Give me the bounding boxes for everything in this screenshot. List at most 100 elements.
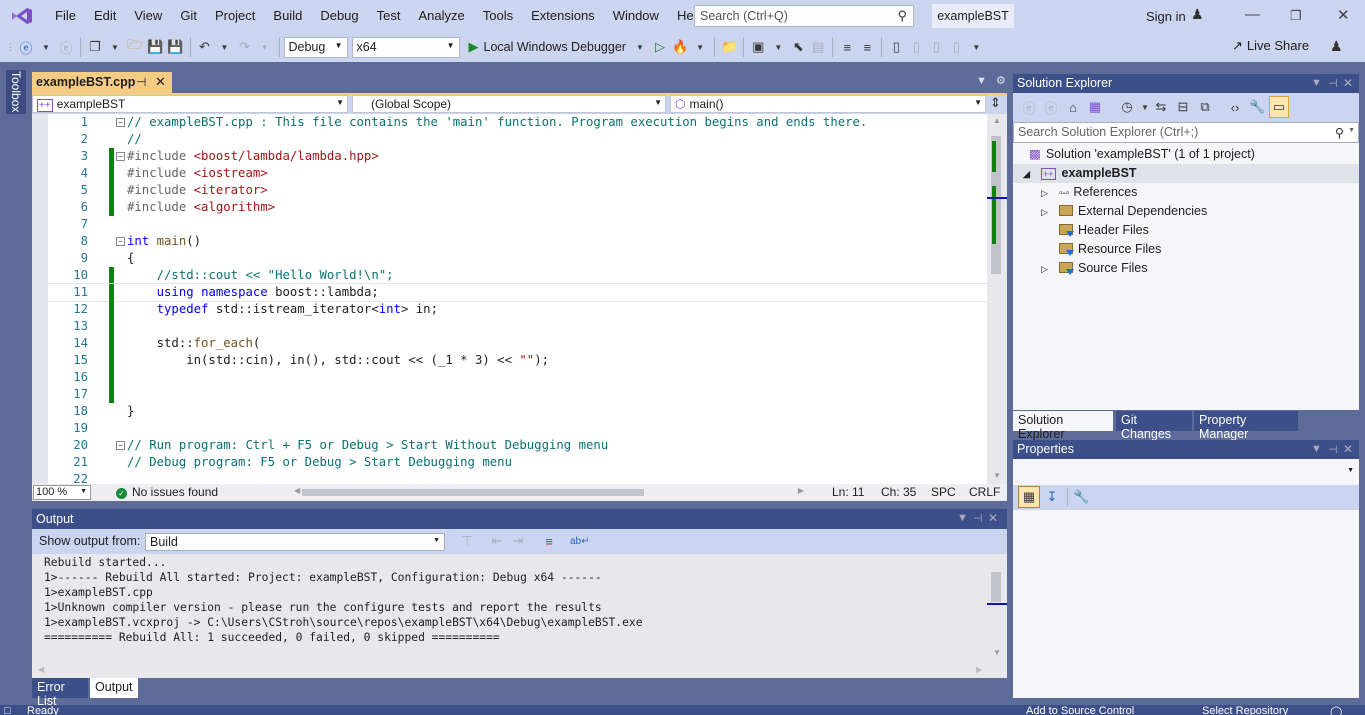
code-line[interactable]: 4 #include <iostream> — [32, 165, 987, 182]
find-message-in-code-icon[interactable]: ⊤ — [459, 530, 475, 552]
collapse-all-icon[interactable]: ⊟ — [1175, 96, 1191, 118]
tab-output[interactable]: Output — [90, 678, 138, 698]
menu-view[interactable]: View — [125, 0, 171, 32]
split-window-icon[interactable]: ⇕ — [990, 95, 1001, 111]
alphabetical-icon[interactable]: ↧ — [1044, 486, 1060, 508]
search-options-dropdown-icon[interactable]: ▼ — [1348, 127, 1355, 134]
scroll-right-icon[interactable]: ▶ — [976, 665, 982, 674]
tree-item-header-files[interactable]: Header Files — [1055, 221, 1149, 240]
restore-button[interactable]: ❐ — [1290, 8, 1302, 24]
menu-test[interactable]: Test — [368, 0, 410, 32]
code-line[interactable]: 22 — [32, 471, 987, 484]
object-selector-dropdown[interactable]: ▼ — [1013, 459, 1359, 483]
member-dropdown[interactable]: ⬡ main() ▼ — [670, 95, 986, 113]
solution-platform-select[interactable]: x64 ▼ — [351, 36, 460, 58]
code-line[interactable]: 18} — [32, 403, 987, 420]
code-line[interactable]: 6 #include <algorithm> — [32, 199, 987, 216]
new-project-icon[interactable]: ❐ — [87, 36, 103, 58]
menu-tools[interactable]: Tools — [474, 0, 522, 32]
filter-dropdown-icon[interactable]: ▼ — [1137, 96, 1153, 118]
toggle-word-wrap-icon[interactable]: ab↵ — [570, 530, 590, 552]
close-window-button[interactable]: ✕ — [1337, 6, 1350, 24]
scroll-right-icon[interactable]: ▶ — [798, 486, 804, 495]
tab-settings-gear-icon[interactable]: ⚙ — [996, 75, 1006, 87]
feedback-icon[interactable]: ♟ — [1330, 38, 1343, 55]
issues-indicator[interactable]: ✓ No issues found — [116, 485, 218, 499]
notifications-bell-icon[interactable]: ◯ — [1330, 705, 1342, 715]
categorized-icon[interactable]: ▦ — [1018, 486, 1040, 508]
pin-icon[interactable]: ⊣ — [1328, 77, 1338, 90]
code-line[interactable]: 14 std::for_each( — [32, 335, 987, 352]
tab-examplebst-cpp[interactable]: exampleBST.cpp ⊣ ✕ — [32, 72, 172, 94]
property-pages-wrench-icon[interactable]: 🔧 — [1073, 486, 1089, 508]
expand-arrow-icon[interactable]: ▷ — [1041, 260, 1055, 279]
preview-selected-items-icon[interactable]: ▭ — [1269, 96, 1289, 118]
undo-dropdown-icon[interactable]: ▼ — [217, 36, 233, 58]
solution-explorer-search-input[interactable]: Search Solution Explorer (Ctrl+;) ⚲ ▼ — [1013, 122, 1359, 143]
line-number-indicator[interactable]: Ln: 11 — [832, 485, 864, 499]
close-panel-icon[interactable]: ✕ — [1343, 76, 1353, 90]
collapse-arrow-icon[interactable]: ◢ — [1023, 165, 1037, 184]
back-icon[interactable]: ⓔ — [1021, 96, 1037, 118]
collapse-region-icon[interactable]: − — [116, 441, 125, 450]
debug-target-dropdown-icon[interactable]: ▼ — [632, 36, 648, 58]
redo-icon[interactable]: ↷ — [237, 36, 253, 58]
line-ending-indicator[interactable]: CRLF — [969, 485, 1000, 499]
show-all-files-icon[interactable]: ⧉ — [1197, 96, 1213, 118]
menu-extensions[interactable]: Extensions — [522, 0, 604, 32]
scroll-up-icon[interactable]: ▲ — [993, 116, 1001, 125]
output-vertical-scrollbar[interactable]: ▼ — [987, 554, 1007, 664]
navigate-forward-icon[interactable]: ⓔ — [58, 36, 74, 58]
menu-window[interactable]: Window — [604, 0, 668, 32]
collapse-region-icon[interactable]: − — [116, 118, 125, 127]
toggle-bookmark-icon[interactable]: ▯ — [888, 36, 904, 58]
tree-item-solution[interactable]: ▩ Solution 'exampleBST' (1 of 1 project) — [1029, 145, 1255, 164]
code-line[interactable]: 20 −// Run program: Ctrl + F5 or Debug > … — [32, 437, 987, 454]
project-dropdown[interactable]: ++ exampleBST ▼ — [32, 95, 348, 113]
add-to-source-control-button[interactable]: Add to Source Control — [1026, 705, 1134, 715]
view-code-icon[interactable]: ‹› — [1227, 96, 1243, 118]
whitespace-indicator[interactable]: SPC — [931, 485, 956, 499]
code-line[interactable]: 11 using namespace boost::lambda; — [32, 283, 987, 302]
close-tab-icon[interactable]: ✕ — [155, 74, 166, 90]
collapse-region-icon[interactable]: − — [116, 237, 125, 246]
code-line[interactable]: 3 − #include <boost/lambda/lambda.hpp> — [32, 148, 987, 165]
tab-list-dropdown-icon[interactable]: ▼ — [976, 75, 987, 87]
toolbar-grip[interactable]: ⋮ — [6, 42, 16, 53]
save-all-icon[interactable]: 💾 — [167, 36, 183, 58]
editor-horizontal-scrollbar[interactable]: ◀ ▶ — [294, 486, 804, 498]
live-share-button[interactable]: ↗ Live Share — [1232, 38, 1309, 54]
clear-all-icon[interactable]: ≡ — [541, 530, 557, 552]
forward-icon[interactable]: ⓔ — [1043, 96, 1059, 118]
scroll-down-icon[interactable]: ▼ — [993, 648, 1001, 657]
select-repository-button[interactable]: Select Repository — [1202, 705, 1288, 715]
home-icon[interactable]: ⌂ — [1065, 96, 1081, 118]
tab-error-list[interactable]: Error List — [32, 678, 88, 708]
code-line[interactable]: 8 − int main() — [32, 233, 987, 250]
code-line[interactable]: 7 — [32, 216, 987, 233]
switch-views-icon[interactable]: ▦ — [1087, 96, 1103, 118]
previous-bookmark-icon[interactable]: ▯ — [908, 36, 924, 58]
start-debugging-button[interactable]: Local Windows Debugger — [484, 40, 626, 54]
sync-with-active-document-icon[interactable]: ⇆ — [1153, 96, 1169, 118]
output-horizontal-scrollbar[interactable]: ◀ ▶ — [32, 664, 1007, 678]
scrollbar-thumb[interactable] — [991, 136, 1001, 274]
sign-in-link[interactable]: Sign in — [1146, 9, 1186, 24]
code-line[interactable]: 1 −// exampleBST.cpp : This file contains… — [32, 114, 987, 131]
tree-item-source-files[interactable]: ▷ Source Files — [1041, 259, 1147, 278]
code-line[interactable]: 15 in(std::cin), in(), std::cout << (_1 … — [32, 352, 987, 369]
save-icon[interactable]: 💾 — [147, 36, 163, 58]
scroll-left-icon[interactable]: ◀ — [38, 665, 44, 674]
menu-debug[interactable]: Debug — [311, 0, 367, 32]
new-dropdown-icon[interactable]: ▼ — [107, 36, 123, 58]
step-into-icon[interactable]: ⬉ — [790, 36, 806, 58]
tab-solution-explorer[interactable]: Solution Explorer — [1013, 411, 1113, 441]
scrollbar-thumb[interactable] — [991, 572, 1001, 602]
code-line[interactable]: 9{ — [32, 250, 987, 267]
solution-configuration-select[interactable]: Debug ▼ — [283, 36, 348, 58]
start-debugging-icon[interactable]: ▶ — [466, 36, 482, 58]
toolbox-tab[interactable]: Toolbox — [6, 70, 26, 114]
browser-dropdown-icon[interactable]: ▼ — [770, 36, 786, 58]
scroll-left-icon[interactable]: ◀ — [294, 486, 300, 495]
window-position-dropdown-icon[interactable]: ▼ — [957, 512, 968, 524]
